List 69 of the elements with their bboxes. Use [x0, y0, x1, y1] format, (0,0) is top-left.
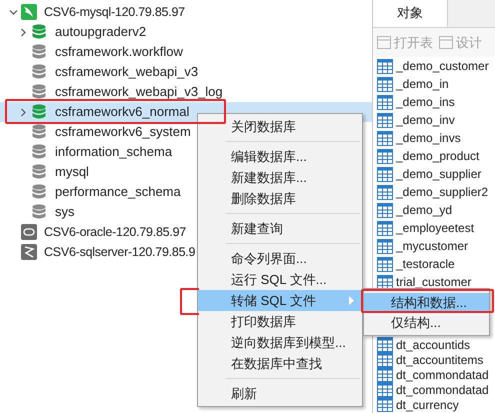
- menu-item[interactable]: 运行 SQL 文件...: [198, 269, 362, 290]
- menu-item[interactable]: 在数据库中查找: [198, 353, 362, 374]
- table-icon: [377, 256, 393, 272]
- table-name[interactable]: dt_commondatad: [396, 366, 489, 384]
- menu-item[interactable]: 转储 SQL 文件: [198, 290, 362, 311]
- table-name[interactable]: _demo_product: [396, 147, 480, 165]
- connection-name[interactable]: CSV6-sqlserver-120.79.85.9: [44, 242, 196, 262]
- table-name[interactable]: _demo_ins: [396, 93, 455, 111]
- table-icon: [377, 76, 393, 92]
- highlight-frame: [180, 288, 199, 315]
- table-name[interactable]: _testoracle: [396, 255, 455, 273]
- menu-item[interactable]: 关闭数据库: [198, 116, 362, 137]
- dolphin-icon: [21, 4, 37, 20]
- database-name[interactable]: information_schema: [55, 142, 172, 162]
- table-icon: [377, 202, 393, 218]
- table-icon: [377, 337, 393, 352]
- table-name[interactable]: dt_currency: [396, 396, 459, 413]
- table-icon: [377, 112, 393, 128]
- table-name[interactable]: trial_customer: [396, 273, 472, 291]
- database-name[interactable]: mysql: [55, 162, 89, 182]
- table-icon: [377, 58, 393, 74]
- database-name[interactable]: autoupgraderv2: [55, 22, 146, 42]
- table-name[interactable]: _demo_supplier2: [396, 183, 488, 201]
- menu-item[interactable]: 新建数据库...: [198, 167, 362, 188]
- table-name[interactable]: _employeetest: [396, 219, 474, 237]
- database-name[interactable]: performance_schema: [55, 182, 181, 202]
- table-action-icon: [439, 36, 453, 49]
- database-name[interactable]: csframework_webapi_v3_log: [55, 82, 223, 102]
- menu-item[interactable]: 逆向数据库到模型...: [198, 332, 362, 353]
- submenu-arrow-icon: [349, 296, 354, 305]
- table-name[interactable]: _demo_in: [396, 75, 449, 93]
- table-icon: [377, 94, 393, 110]
- database-name[interactable]: csframework.workflow: [55, 42, 183, 62]
- database-name[interactable]: sys: [55, 202, 74, 222]
- table-name[interactable]: _demo_yd: [396, 201, 452, 219]
- table-name[interactable]: dt_accountids: [396, 336, 470, 354]
- connection-name[interactable]: CSV6-oracle-120.79.85.97: [44, 222, 186, 242]
- table-icon: [377, 274, 393, 290]
- oracle-icon: [21, 224, 37, 240]
- menu-item[interactable]: 打印数据库: [198, 311, 362, 332]
- menu-item[interactable]: 删除数据库: [198, 188, 362, 209]
- table-name[interactable]: dt_accountitems: [396, 350, 484, 368]
- table-icon: [377, 130, 393, 146]
- table-action-icon: [377, 36, 391, 49]
- objects-tab[interactable]: 对象: [373, 0, 448, 27]
- database-name[interactable]: csframework_webapi_v3: [55, 62, 198, 82]
- connection-name[interactable]: CSV6-mysql-120.79.85.97: [44, 2, 185, 22]
- table-icon: [377, 367, 393, 382]
- table-name[interactable]: _demo_customer: [396, 57, 489, 75]
- table-name[interactable]: _mycustomer: [396, 237, 468, 255]
- table-icon: [377, 352, 393, 367]
- table-icon: [377, 184, 393, 200]
- menu-item[interactable]: 新建查询: [198, 218, 362, 239]
- table-icon: [377, 220, 393, 236]
- table-name[interactable]: _demo_supplier: [396, 165, 482, 183]
- menu-item[interactable]: 命令列界面...: [198, 248, 362, 269]
- menu-item[interactable]: 刷新: [198, 383, 362, 404]
- table-icon: [377, 238, 393, 254]
- table-name[interactable]: _demo_inv: [396, 111, 455, 129]
- table-name[interactable]: _demo_invs: [396, 129, 461, 147]
- menu-item[interactable]: 结构和数据...: [364, 293, 489, 313]
- table-icon: [377, 382, 393, 397]
- menu-item[interactable]: 编辑数据库...: [198, 146, 362, 167]
- table-icon: [377, 166, 393, 182]
- table-icon: [377, 148, 393, 164]
- database-name[interactable]: csframeworkv6_system: [55, 122, 191, 142]
- server-icon: [21, 244, 37, 260]
- table-name[interactable]: dt_commondatad: [396, 380, 489, 398]
- menu-item[interactable]: 仅结构...: [364, 313, 489, 333]
